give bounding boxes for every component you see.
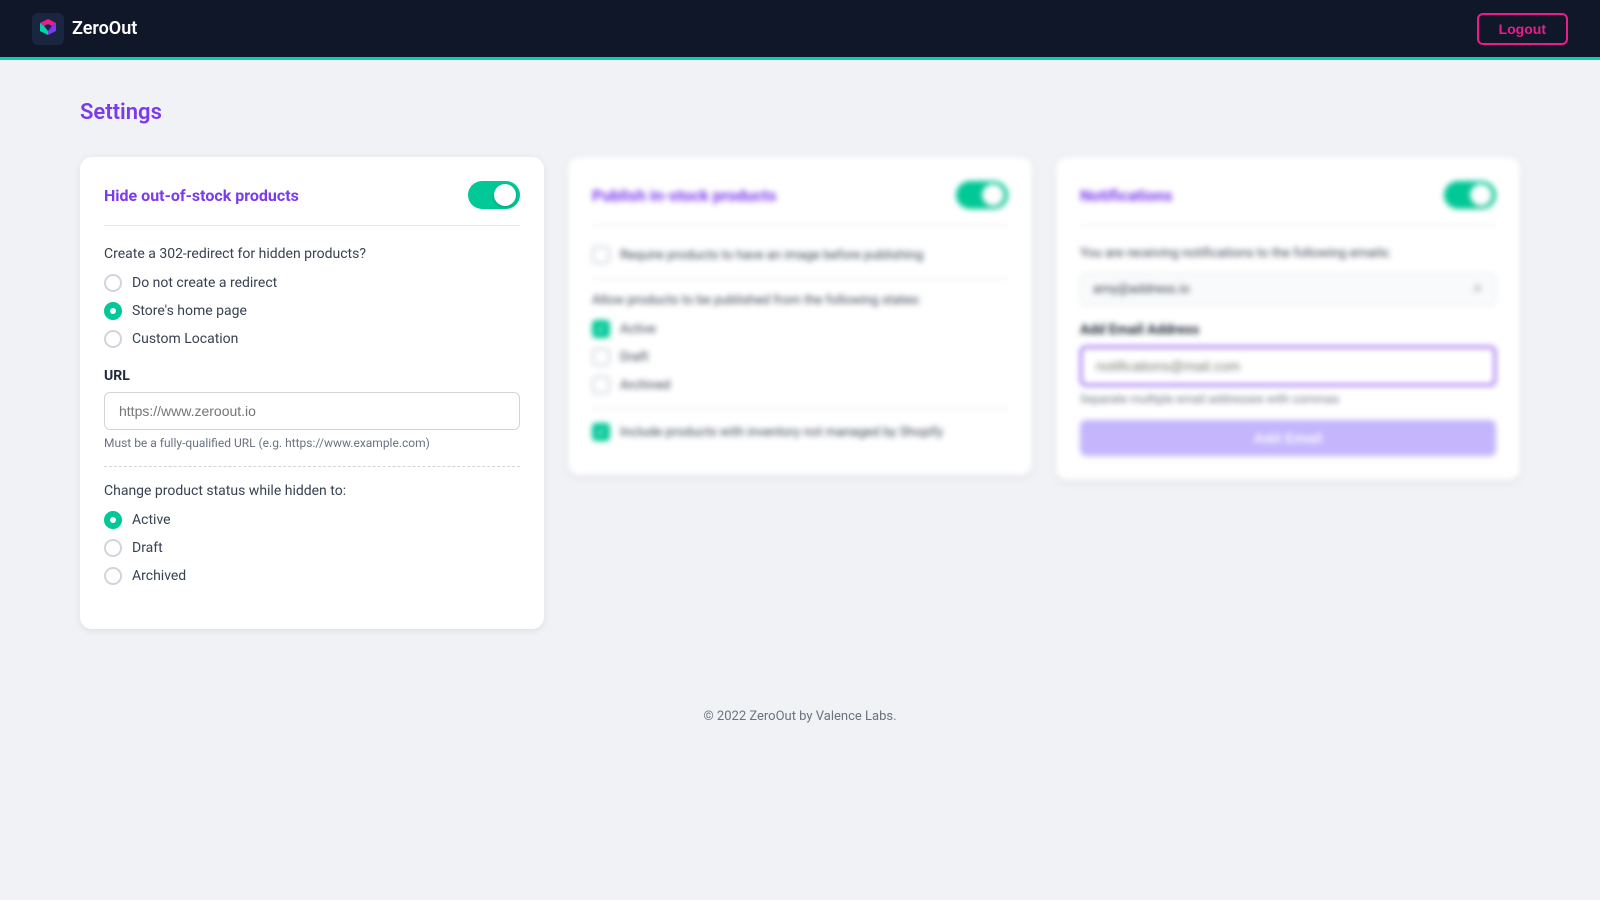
card1-redirect-options: Do not create a redirect Store's home pa… — [104, 274, 520, 348]
card2-require-image-label: Require products to have an image before… — [620, 248, 923, 263]
card2-draft-checkbox — [592, 348, 610, 366]
card2-header: Publish in-stock products — [592, 181, 1008, 226]
radio-active-circle — [104, 511, 122, 529]
card2-draft-label: Draft — [620, 350, 649, 365]
card2-archived-label: Archived — [620, 378, 670, 393]
logout-button[interactable]: Logout — [1477, 13, 1568, 45]
cards-row: Hide out-of-stock products Create a 302-… — [80, 157, 1520, 629]
card3-title: Notifications — [1080, 186, 1173, 205]
card1-status-options: Active Draft Archived — [104, 511, 520, 585]
card1-header: Hide out-of-stock products — [104, 181, 520, 226]
card1-url-input[interactable] — [104, 392, 520, 430]
card2-include-unmanaged: Include products with inventory not mana… — [592, 423, 1008, 441]
card-publish-in-stock: Publish in-stock products Require produc… — [568, 157, 1032, 475]
radio-archived[interactable]: Archived — [104, 567, 520, 585]
header: ZeroOut Logout — [0, 0, 1600, 60]
radio-active-label: Active — [132, 512, 171, 528]
card2-toggle — [956, 181, 1008, 209]
radio-custom-location-label: Custom Location — [132, 331, 238, 347]
card1-title: Hide out-of-stock products — [104, 186, 299, 205]
card2-unmanaged-checkbox — [592, 423, 610, 441]
radio-no-redirect-label: Do not create a redirect — [132, 275, 277, 291]
page-title: Settings — [80, 100, 1520, 125]
card1-toggle-track[interactable] — [468, 181, 520, 209]
radio-archived-circle — [104, 567, 122, 585]
card2-require-image: Require products to have an image before… — [592, 246, 1008, 264]
logo-area: ZeroOut — [32, 13, 137, 45]
card3-existing-email: amy@address.io ✕ — [1080, 273, 1496, 306]
radio-home-page-circle — [104, 302, 122, 320]
card2-archived-checkbox — [592, 376, 610, 394]
card3-receiving-text: You are receiving notifications to the f… — [1080, 246, 1496, 261]
card2-require-image-checkbox — [592, 246, 610, 264]
footer-text: © 2022 ZeroOut by Valence Labs. — [703, 709, 896, 724]
main-content: Settings Hide out-of-stock products Crea… — [0, 60, 1600, 669]
card2-active-label: Active — [620, 322, 656, 337]
card2-states-label: Allow products to be published from the … — [592, 293, 1008, 308]
card3-email-hint: Separate multiple email addresses with c… — [1080, 392, 1496, 406]
card3-header: Notifications — [1080, 181, 1496, 226]
card3-add-email-label: Add Email Address — [1080, 322, 1496, 338]
card1-url-hint: Must be a fully-qualified URL (e.g. http… — [104, 436, 520, 450]
footer: © 2022 ZeroOut by Valence Labs. — [0, 669, 1600, 744]
radio-home-page[interactable]: Store's home page — [104, 302, 520, 320]
card3-toggle — [1444, 181, 1496, 209]
radio-archived-label: Archived — [132, 568, 186, 584]
radio-custom-location-circle — [104, 330, 122, 348]
card-notifications: Notifications You are receiving notifica… — [1056, 157, 1520, 480]
card2-unmanaged-label: Include products with inventory not mana… — [620, 425, 943, 440]
zeroout-logo-icon — [32, 13, 64, 45]
card1-url-label: URL — [104, 368, 520, 384]
card-hide-out-of-stock: Hide out-of-stock products Create a 302-… — [80, 157, 544, 629]
card3-add-email-button: Add Email — [1080, 420, 1496, 456]
radio-draft-circle — [104, 539, 122, 557]
card3-toggle-track — [1444, 181, 1496, 209]
radio-draft-label: Draft — [132, 540, 163, 556]
radio-draft[interactable]: Draft — [104, 539, 520, 557]
card1-toggle-thumb — [494, 184, 516, 206]
card2-active-checkbox — [592, 320, 610, 338]
card3-toggle-thumb — [1470, 184, 1492, 206]
card2-divider1 — [592, 278, 1008, 279]
radio-home-page-label: Store's home page — [132, 303, 247, 319]
radio-no-redirect-circle — [104, 274, 122, 292]
card3-email-value: amy@address.io — [1093, 282, 1190, 297]
radio-no-redirect[interactable]: Do not create a redirect — [104, 274, 520, 292]
logo-text: ZeroOut — [72, 18, 137, 39]
card2-state-archived: Archived — [592, 376, 1008, 394]
card1-redirect-question: Create a 302-redirect for hidden product… — [104, 246, 520, 262]
card2-title: Publish in-stock products — [592, 186, 776, 205]
card1-divider — [104, 466, 520, 467]
card2-state-active: Active — [592, 320, 1008, 338]
card2-toggle-thumb — [982, 184, 1004, 206]
card2-divider2 — [592, 408, 1008, 409]
radio-custom-location[interactable]: Custom Location — [104, 330, 520, 348]
card1-status-label: Change product status while hidden to: — [104, 483, 520, 499]
card1-toggle[interactable] — [468, 181, 520, 209]
card3-remove-email-icon: ✕ — [1472, 282, 1483, 297]
card2-state-draft: Draft — [592, 348, 1008, 366]
card3-add-email-input — [1080, 346, 1496, 386]
card2-toggle-track — [956, 181, 1008, 209]
radio-active[interactable]: Active — [104, 511, 520, 529]
